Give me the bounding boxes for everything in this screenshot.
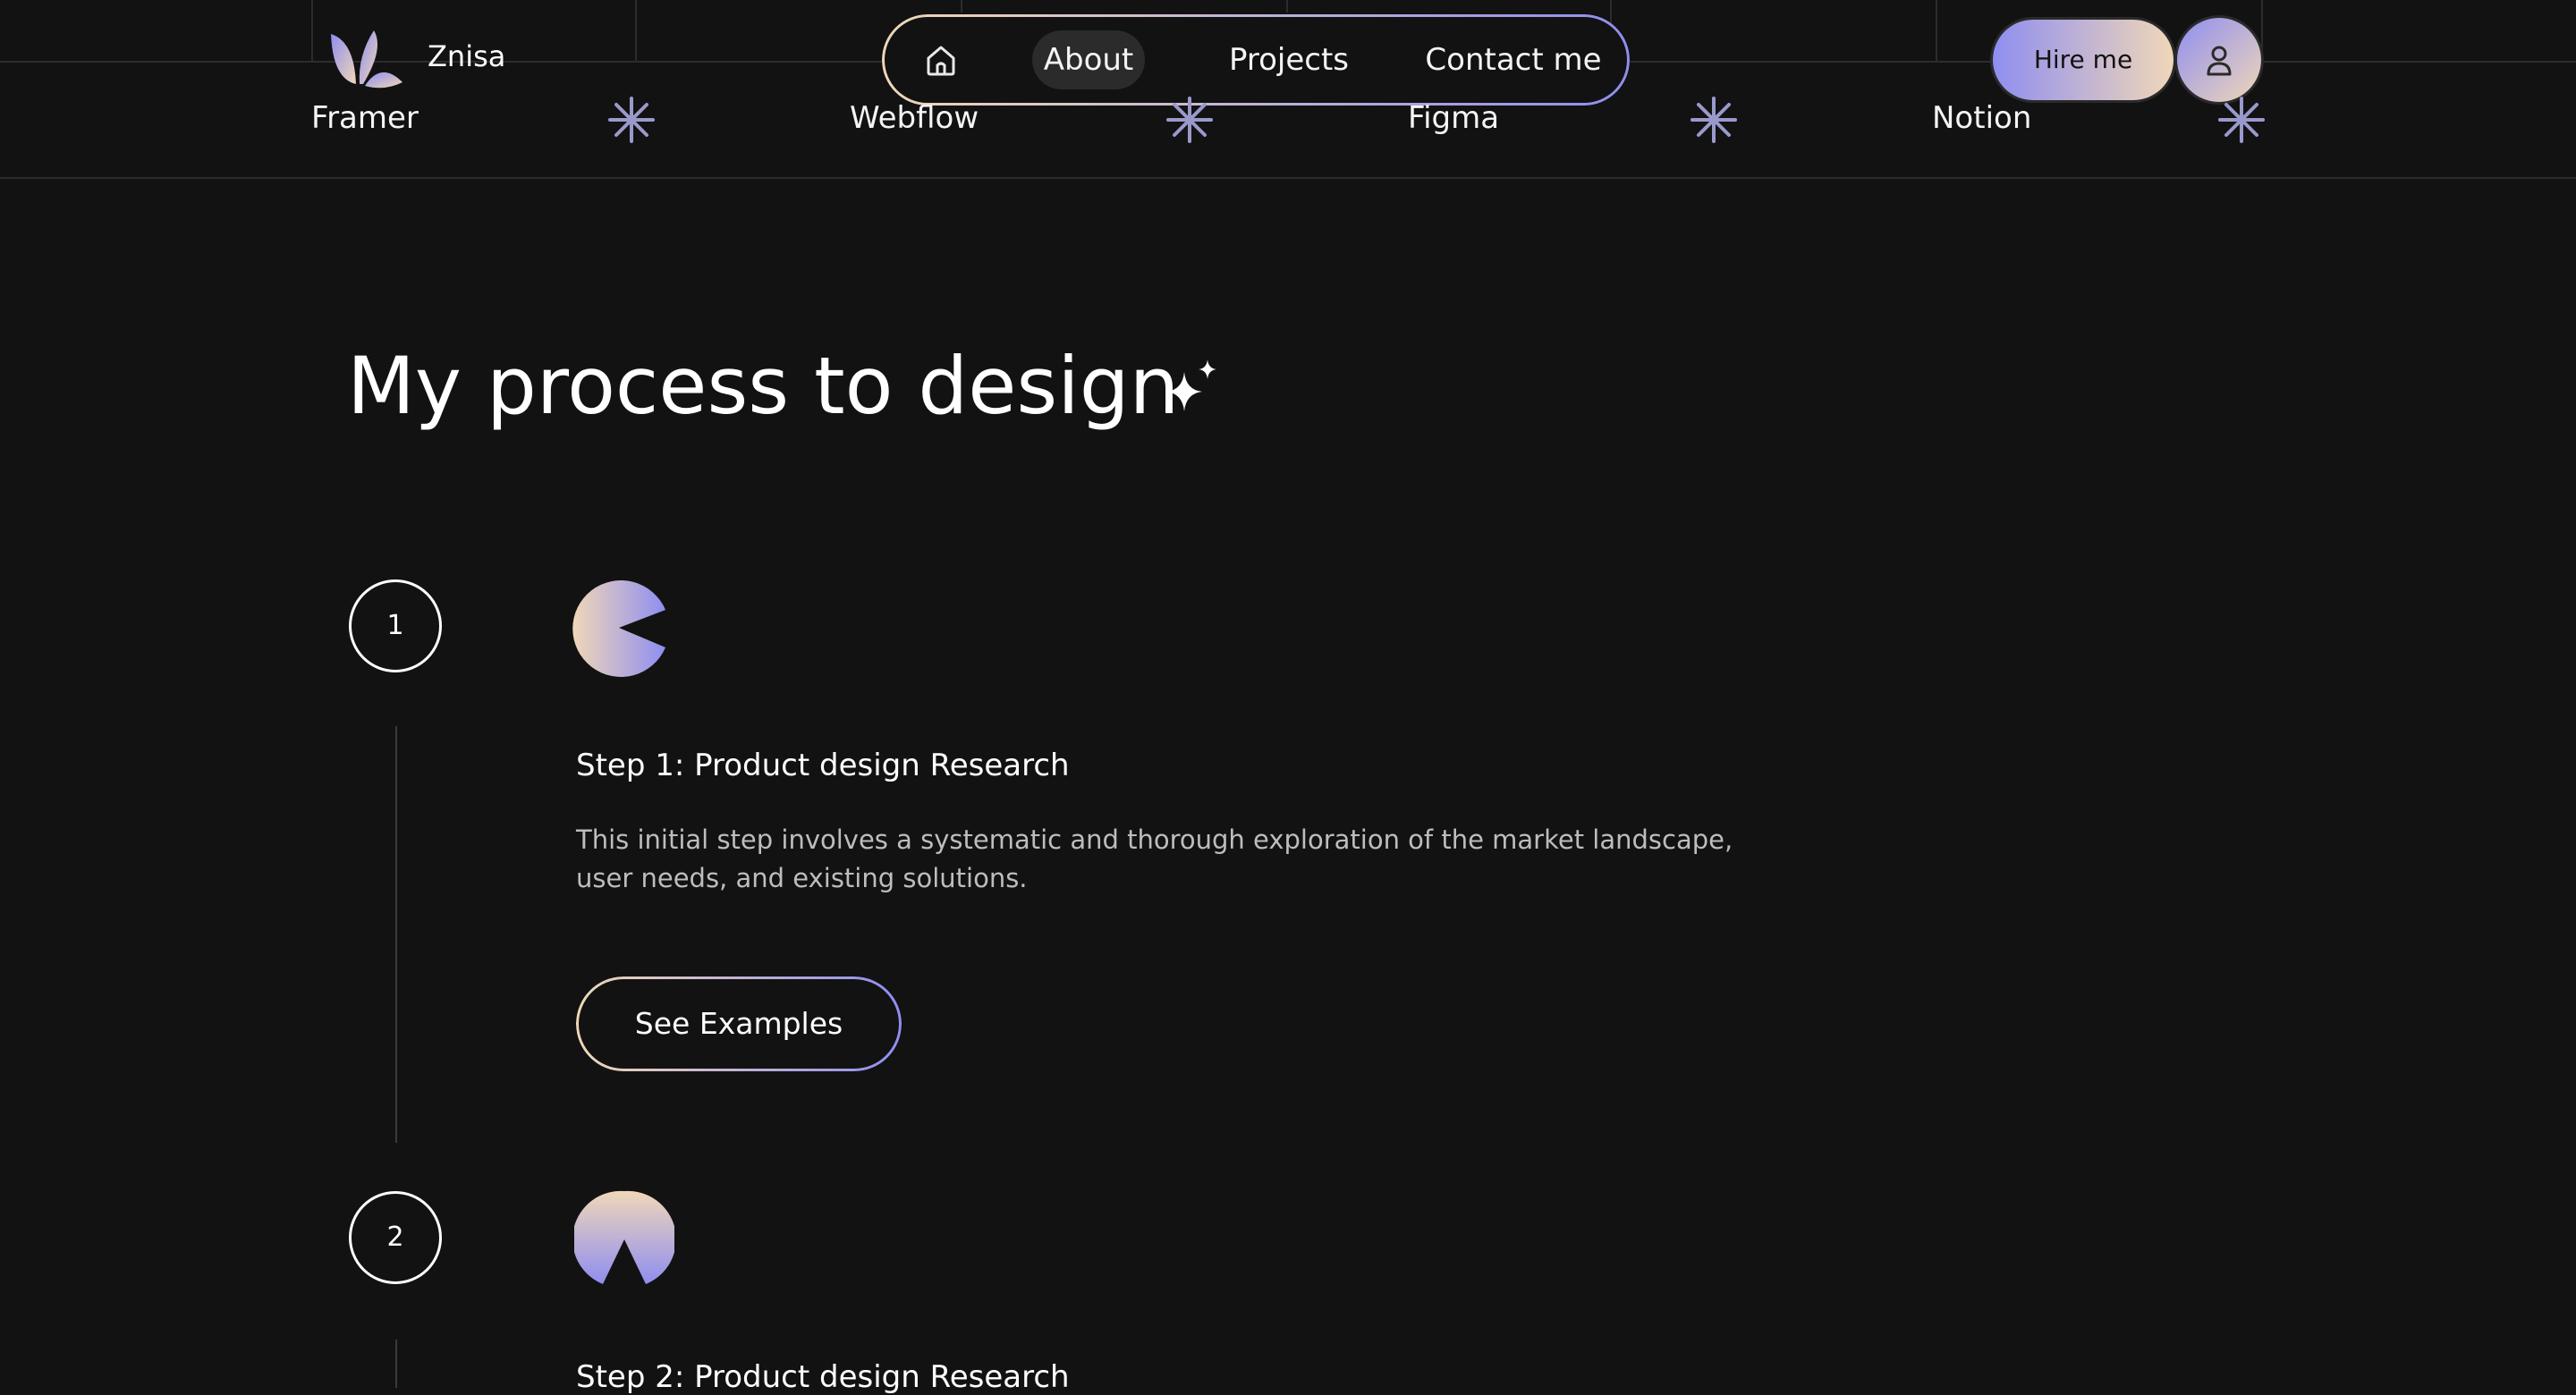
pacman-shape-icon xyxy=(572,580,665,677)
nav-projects[interactable]: Projects xyxy=(1222,30,1356,89)
sparkle-icon xyxy=(1166,359,1216,411)
page-title: My process to design xyxy=(347,340,1180,432)
grid-line xyxy=(635,0,637,63)
timeline-line xyxy=(395,726,397,1143)
tool-webflow: Webflow xyxy=(850,100,979,136)
home-icon[interactable] xyxy=(918,37,964,83)
asterisk-icon xyxy=(1690,97,1737,143)
tool-figma: Figma xyxy=(1408,100,1500,136)
user-icon[interactable] xyxy=(2177,18,2261,102)
step-description: This initial step involves a systematic … xyxy=(576,824,1733,893)
tool-framer: Framer xyxy=(311,100,419,136)
grid-line xyxy=(0,177,2576,179)
asterisk-icon xyxy=(608,97,655,143)
main-nav: About Projects Contact me xyxy=(882,14,1630,106)
step-title: Step 2: Product design Research xyxy=(576,1359,1070,1395)
grid-line xyxy=(1286,0,1288,13)
brand-name[interactable]: Znisa xyxy=(428,39,505,73)
nav-about[interactable]: About xyxy=(1032,30,1145,89)
brand-logo[interactable] xyxy=(329,29,404,89)
tool-notion: Notion xyxy=(1932,100,2032,136)
asterisk-icon xyxy=(1166,97,1213,143)
step-title: Step 1: Product design Research xyxy=(576,748,1070,783)
grid-line xyxy=(1936,0,1937,63)
grid-line xyxy=(311,0,313,63)
see-examples-label: See Examples xyxy=(634,1006,843,1041)
asterisk-icon xyxy=(2218,97,2265,143)
hire-me-button[interactable]: Hire me xyxy=(1993,20,2174,100)
step-number: 1 xyxy=(349,579,442,672)
arch-shape-icon xyxy=(574,1190,674,1284)
grid-line xyxy=(2261,0,2263,63)
timeline-line xyxy=(395,1340,397,1388)
step-number: 2 xyxy=(349,1191,442,1284)
grid-line xyxy=(961,0,962,13)
see-examples-button[interactable]: See Examples xyxy=(576,976,902,1071)
nav-contact-me[interactable]: Contact me xyxy=(1415,30,1612,89)
